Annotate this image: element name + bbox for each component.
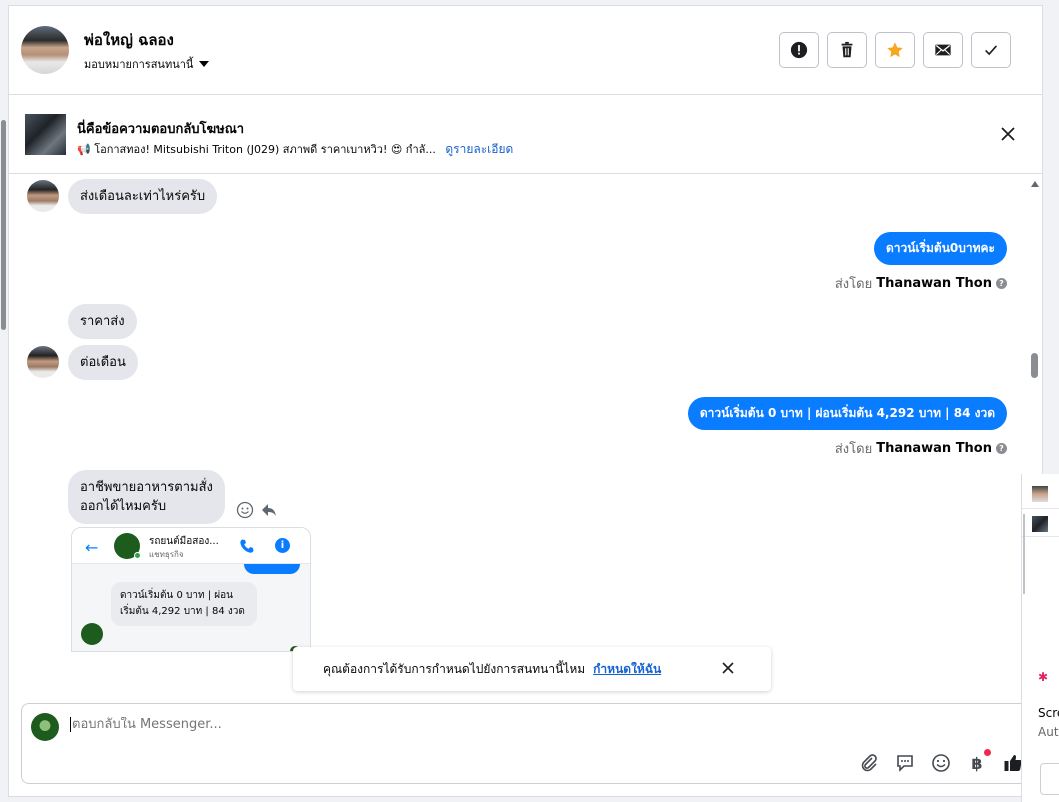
panel-button[interactable] — [1040, 763, 1059, 795]
header-actions — [779, 32, 1011, 68]
chat-bubble-icon — [897, 755, 913, 772]
paperclip-icon — [861, 754, 877, 772]
incoming-message[interactable]: อาชีพขายอาหารตามสั่ง ออกได้ไหมครับ — [68, 470, 225, 524]
saved-replies-button[interactable] — [894, 752, 916, 774]
sent-by-prefix: ส่งโดย — [834, 442, 873, 457]
composer-tools: ฿ — [858, 749, 1024, 774]
sent-by-prefix: ส่งโดย — [834, 277, 873, 292]
help-icon[interactable]: ? — [996, 443, 1007, 454]
star-button[interactable] — [875, 32, 915, 68]
thumbs-up-icon — [1004, 755, 1022, 771]
caret-down-icon — [199, 61, 210, 67]
back-arrow-icon: ← — [85, 538, 99, 557]
sent-by-label: ส่งโดย Thanawan Thon ? — [835, 273, 1007, 294]
scroll-up-arrow-icon[interactable] — [1031, 181, 1039, 187]
contact-avatar-small — [27, 180, 59, 212]
panel-scrollbar[interactable] — [1023, 514, 1025, 594]
screenshot-page-sub: แชทธุรกิจ — [149, 550, 184, 559]
incoming-message[interactable]: ราคาส่ง — [68, 304, 137, 339]
payment-button[interactable]: ฿ — [966, 749, 991, 774]
message-actions — [236, 501, 278, 519]
outgoing-message[interactable]: ดาวน์เริ่มต้น 0 บาท | ผ่อนเริ่มต้น 4,292… — [687, 397, 1007, 430]
contact-avatar[interactable] — [21, 26, 69, 74]
notification-dot — [984, 749, 991, 756]
contact-avatar-small — [27, 346, 59, 378]
assign-label: มอบหมายการสนทนานี้ — [84, 58, 194, 71]
divider — [1022, 508, 1059, 509]
contact-avatar-mini[interactable] — [1032, 486, 1048, 502]
message-line: อาชีพขายอาหารตามสั่ง — [80, 480, 213, 495]
ad-reply-banner: นี่คือข้อความตอบกลับโฆษณา 📢 โอกาสทอง! Mi… — [9, 96, 1042, 174]
conversation-panel: พ่อใหญ่ ฉลอง มอบหมายการสนทนานี้ นี่คือข้… — [8, 5, 1043, 797]
reply-input[interactable] — [70, 717, 670, 732]
phone-icon — [240, 539, 254, 553]
outgoing-message[interactable]: ดาวน์เริ่มต้น0บาทคะ — [873, 232, 1007, 265]
assign-dropdown[interactable]: มอบหมายการสนทนานี้ — [84, 55, 210, 73]
ad-thumbnail-mini[interactable] — [1032, 516, 1048, 532]
attach-button[interactable] — [858, 752, 880, 774]
incoming-message[interactable]: ต่อเดือน — [68, 345, 138, 380]
close-icon[interactable] — [1000, 126, 1016, 142]
message-line: ออกได้ไหมครับ — [80, 499, 167, 514]
screenshot-bubble: ดาวน์เริ่มต้น 0 บาท | ผ่อนเริ่มต้น 4,292… — [111, 582, 257, 626]
ad-description-row: 📢 โอกาสทอง! Mitsubishi Triton (J029) สภา… — [77, 140, 513, 159]
divider — [1022, 536, 1059, 537]
contact-name[interactable]: พ่อใหญ่ ฉลอง — [84, 28, 174, 52]
panel-text: Aut — [1038, 725, 1059, 739]
ad-description: 📢 โอกาสทอง! Mitsubishi Triton (J029) สภา… — [77, 143, 436, 156]
emoji-button[interactable] — [930, 752, 952, 774]
delete-button[interactable] — [827, 32, 867, 68]
assign-suggestion-toast: คุณต้องการได้รับการกำหนดไปยังการสนทนานี้… — [293, 647, 771, 691]
report-button[interactable] — [779, 32, 819, 68]
info-icon: i — [275, 538, 290, 553]
message-thread[interactable]: ส่งเดือนละเท่าไหร่ครับ ดาวน์เริ่มต้น0บาท… — [9, 175, 1024, 695]
mark-unread-button[interactable] — [923, 32, 963, 68]
sent-by-label: ส่งโดย Thanawan Thon ? — [835, 438, 1007, 459]
page-avatar — [31, 713, 59, 741]
panel-text: Scre — [1038, 706, 1059, 720]
screenshot-outgoing-fragment — [244, 564, 300, 574]
close-icon[interactable] — [721, 661, 735, 675]
screenshot-page-name: รถยนต์มือสอง... — [149, 536, 219, 547]
sender-name: Thanawan Thon — [876, 276, 992, 291]
online-dot — [134, 552, 141, 559]
trash-icon — [841, 41, 853, 58]
emoji-icon — [932, 754, 950, 772]
star-icon — [887, 42, 903, 58]
screenshot-header: ← รถยนต์มือสอง... แชทธุรกิจ i — [72, 528, 310, 564]
mark-done-button[interactable] — [971, 32, 1011, 68]
baht-icon: ฿ — [971, 753, 983, 773]
incoming-message[interactable]: ส่งเดือนละเท่าไหร่ครับ — [68, 179, 218, 214]
pin-icon: ✱ — [1038, 670, 1049, 684]
conversation-header: พ่อใหญ่ ฉลอง มอบหมายการสนทนานี้ — [9, 6, 1042, 95]
chat-scrollbar-thumb[interactable] — [1031, 353, 1038, 378]
check-icon — [985, 45, 998, 56]
right-side-panel: ✱ Scre Aut — [1021, 474, 1059, 802]
ad-title: นี่คือข้อความตอบกลับโฆษณา — [77, 122, 245, 137]
outer-scrollbar-thumb[interactable] — [1, 120, 6, 330]
ad-details-link[interactable]: ดูรายละเอียด — [445, 142, 513, 156]
sender-name: Thanawan Thon — [876, 441, 992, 456]
toast-text: คุณต้องการได้รับการกำหนดไปยังการสนทนานี้… — [323, 661, 586, 676]
mail-icon — [935, 44, 951, 56]
emoji-react-icon[interactable] — [236, 501, 254, 519]
page-logo — [81, 623, 103, 645]
ad-thumbnail — [25, 114, 66, 155]
message-composer: ฿ — [21, 703, 1033, 784]
help-icon[interactable]: ? — [996, 278, 1007, 289]
outer-scrollbar[interactable] — [0, 0, 8, 802]
reply-icon[interactable] — [260, 501, 278, 519]
shared-screenshot-image[interactable]: ← รถยนต์มือสอง... แชทธุรกิจ i ดาวน์เริ่ม… — [71, 527, 311, 652]
assign-to-me-link[interactable]: กำหนดให้ฉัน — [593, 660, 661, 679]
report-icon — [790, 41, 808, 59]
